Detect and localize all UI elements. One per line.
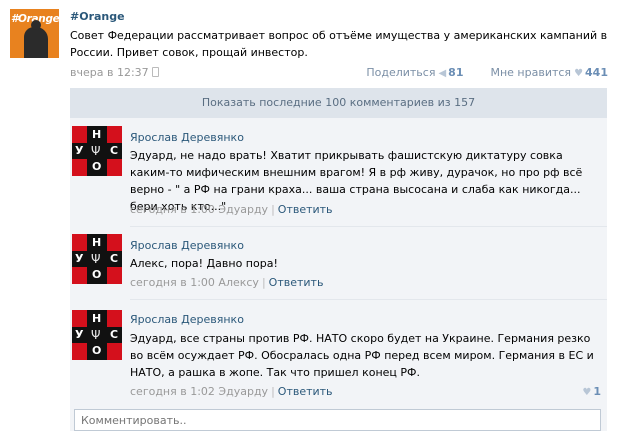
trident-icon: Ψ	[91, 252, 101, 266]
reply-button[interactable]: Ответить	[278, 203, 333, 216]
commenter-avatar[interactable]: Н У С О Ψ	[72, 310, 122, 360]
share-label: Поделиться	[366, 66, 436, 79]
avatar-figure	[24, 20, 48, 58]
comment-input[interactable]	[74, 409, 601, 431]
comment-like-count: 1	[593, 385, 601, 398]
avatar-letter-left: У	[75, 252, 84, 265]
comment-reply-to[interactable]: Эдуарду	[218, 385, 268, 398]
trident-icon: Ψ	[91, 328, 101, 342]
avatar-letter-top: Н	[92, 236, 102, 249]
post-avatar[interactable]: #Orange	[10, 9, 59, 58]
post-time[interactable]: вчера в 12:37	[70, 66, 149, 79]
comment-time[interactable]: сегодня в 1:00	[130, 276, 215, 289]
comment-author[interactable]: Ярослав Деревянко	[130, 131, 244, 144]
like-label: Мне нравится	[490, 66, 572, 79]
comment-divider	[130, 226, 607, 227]
show-comments-button[interactable]: Показать последние 100 комментариев из 1…	[70, 88, 607, 118]
comment-time[interactable]: сегодня в 1:02	[130, 385, 215, 398]
commenter-avatar[interactable]: Н У С О Ψ	[72, 126, 122, 176]
comment-meta: сегодня в 1:00 Алексу | Ответить	[130, 276, 324, 289]
comments-section: Показать последние 100 комментариев из 1…	[70, 88, 607, 431]
avatar-letter-bottom: О	[92, 344, 102, 357]
megaphone-icon: ◀	[438, 68, 447, 79]
like-button[interactable]: Мне нравится ♥ 441	[490, 66, 608, 79]
comment-reply-to[interactable]: Алексу	[218, 276, 259, 289]
post-text: Совет Федерации рассматривает вопрос об …	[70, 29, 608, 59]
comment-divider	[130, 299, 607, 300]
comment-time[interactable]: сегодня в 1:00	[130, 203, 215, 216]
share-button[interactable]: Поделиться ◀ 81	[366, 66, 467, 79]
avatar-letter-right: С	[110, 252, 119, 265]
avatar-letter-bottom: О	[92, 160, 102, 173]
post-meta: вчера в 12:37	[70, 66, 159, 79]
avatar-letter-bottom: О	[92, 268, 102, 281]
comment-author[interactable]: Ярослав Деревянко	[130, 313, 244, 326]
avatar-letter-right: С	[110, 328, 119, 341]
post-actions: Поделиться ◀ 81 Мне нравится ♥ 441	[366, 66, 608, 79]
avatar-letter-right: С	[110, 144, 119, 157]
heart-icon: ♥	[574, 68, 584, 79]
mobile-icon	[151, 67, 159, 77]
comment-meta: сегодня в 1:00 Эдуарду | Ответить	[130, 203, 333, 216]
reply-button[interactable]: Ответить	[269, 276, 324, 289]
comment-text: Алекс, пора! Давно пора!	[130, 257, 278, 270]
avatar-letter-top: Н	[92, 128, 102, 141]
commenter-avatar[interactable]: Н У С О Ψ	[72, 234, 122, 284]
comment-author[interactable]: Ярослав Деревянко	[130, 239, 244, 252]
post-author-link[interactable]: #Orange	[70, 10, 125, 23]
avatar-letter-left: У	[75, 328, 84, 341]
avatar-letter-top: Н	[92, 312, 102, 325]
comment-text: Эдуард, все страны против РФ. НАТО скоро…	[130, 332, 594, 379]
reply-button[interactable]: Ответить	[278, 385, 333, 398]
comment-meta: сегодня в 1:02 Эдуарду | Ответить	[130, 385, 333, 398]
like-count: 441	[585, 66, 608, 79]
trident-icon: Ψ	[91, 144, 101, 158]
share-count: 81	[448, 66, 464, 79]
avatar-letter-left: У	[75, 144, 84, 157]
heart-icon: ♥	[582, 387, 592, 398]
comment-reply-to[interactable]: Эдуарду	[218, 203, 268, 216]
comment-like-button[interactable]: ♥ 1	[579, 385, 601, 398]
